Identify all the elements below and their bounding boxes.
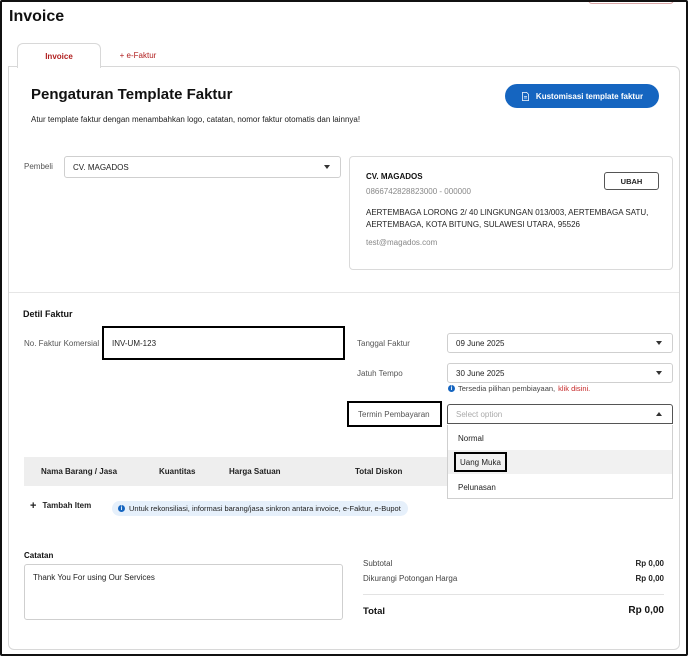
payment-term-dropdown: Normal Uang Muka Pelunasan bbox=[447, 425, 673, 499]
tab-invoice[interactable]: Invoice bbox=[17, 43, 101, 68]
option-pelunasan[interactable]: Pelunasan bbox=[458, 483, 496, 492]
chevron-down-icon bbox=[324, 165, 330, 169]
notes-label: Catatan bbox=[24, 551, 54, 560]
buyer-card-address: AERTEMBAGA LORONG 2/ 40 LINGKUNGAN 013/0… bbox=[366, 208, 649, 230]
chevron-up-icon bbox=[656, 412, 662, 416]
document-icon bbox=[522, 91, 529, 101]
discount-label: Dikurangi Potongan Harga bbox=[363, 574, 458, 583]
add-item-button[interactable]: + Tambah Item bbox=[30, 499, 92, 512]
due-date-label: Jatuh Tempo bbox=[357, 369, 403, 378]
buyer-select-value: CV. MAGADOS bbox=[73, 162, 129, 172]
customize-template-label: Kustomisasi template faktur bbox=[535, 91, 644, 101]
summary-divider bbox=[363, 594, 664, 595]
buyer-select[interactable]: CV. MAGADOS bbox=[64, 156, 341, 178]
section-divider bbox=[9, 292, 679, 293]
commercial-no-input[interactable]: INV-UM-123 bbox=[102, 326, 345, 360]
total-label: Total bbox=[363, 606, 385, 617]
commercial-no-label: No. Faktur Komersial bbox=[24, 339, 100, 348]
buyer-card-name: CV. MAGADOS bbox=[366, 172, 423, 181]
invoice-date-label: Tanggal Faktur bbox=[357, 339, 410, 348]
reconciliation-info-text: Untuk rekonsiliasi, informasi barang/jas… bbox=[129, 504, 401, 513]
financing-hint-link[interactable]: klik disini. bbox=[558, 384, 590, 393]
change-buyer-button[interactable]: UBAH bbox=[604, 172, 659, 190]
payment-term-select[interactable]: Select option bbox=[447, 404, 673, 424]
page-title: Invoice bbox=[9, 8, 65, 25]
invoice-date-select[interactable]: 09 June 2025 bbox=[447, 333, 673, 353]
subtotal-label: Subtotal bbox=[363, 559, 393, 568]
reconciliation-info: i Untuk rekonsiliasi, informasi barang/j… bbox=[112, 501, 408, 516]
top-right-button-edge[interactable] bbox=[588, 0, 674, 4]
buyer-label: Pembeli bbox=[24, 162, 53, 171]
tab-e-faktur[interactable]: + e-Faktur bbox=[108, 43, 168, 67]
buyer-card-email: test@magados.com bbox=[366, 238, 438, 247]
notes-textarea[interactable]: Thank You For using Our Services bbox=[24, 564, 343, 620]
chevron-down-icon bbox=[656, 371, 662, 375]
commercial-no-value: INV-UM-123 bbox=[112, 338, 157, 348]
financing-hint: i Tersedia pilihan pembiayaan, klik disi… bbox=[448, 384, 590, 393]
column-item-name: Nama Barang / Jasa bbox=[41, 467, 118, 476]
buyer-card-npwp: 0866742828823000 - 000000 bbox=[366, 187, 471, 196]
column-quantity: Kuantitas bbox=[159, 467, 196, 476]
chevron-down-icon bbox=[656, 341, 662, 345]
template-subheading: Atur template faktur dengan menambahkan … bbox=[31, 115, 361, 124]
add-item-label: Tambah Item bbox=[42, 501, 92, 510]
customize-template-button[interactable]: Kustomisasi template faktur bbox=[505, 84, 659, 108]
option-normal[interactable]: Normal bbox=[458, 434, 484, 443]
plus-icon: + bbox=[30, 499, 37, 512]
column-total-discount: Total Diskon bbox=[355, 467, 403, 476]
payment-term-label: Termin Pembayaran bbox=[347, 401, 442, 427]
info-icon: i bbox=[448, 385, 455, 392]
total-value: Rp 0,00 bbox=[628, 605, 664, 616]
subtotal-value: Rp 0,00 bbox=[635, 559, 664, 568]
invoice-date-value: 09 June 2025 bbox=[456, 338, 505, 348]
invoice-detail-title: Detil Faktur bbox=[23, 309, 73, 319]
option-uang-muka[interactable]: Uang Muka bbox=[454, 452, 507, 472]
template-heading: Pengaturan Template Faktur bbox=[31, 86, 233, 103]
discount-value: Rp 0,00 bbox=[635, 574, 664, 583]
due-date-select[interactable]: 30 June 2025 bbox=[447, 363, 673, 383]
financing-hint-text: Tersedia pilihan pembiayaan, bbox=[458, 384, 556, 393]
column-unit-price: Harga Satuan bbox=[229, 467, 281, 476]
payment-term-placeholder: Select option bbox=[456, 409, 503, 419]
due-date-value: 30 June 2025 bbox=[456, 368, 505, 378]
info-icon: i bbox=[118, 505, 125, 512]
